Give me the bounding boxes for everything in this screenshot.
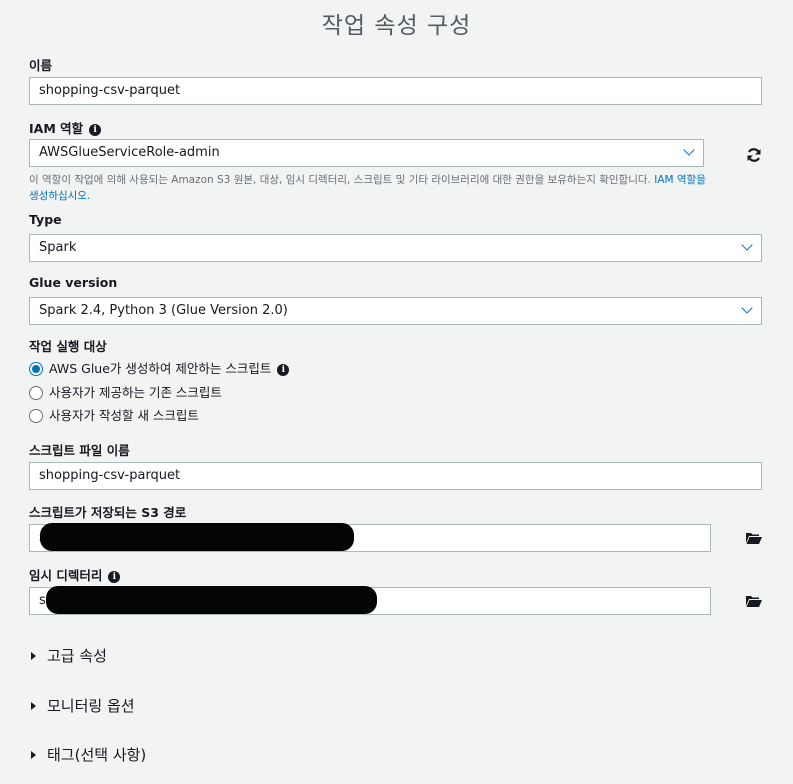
section-advanced-properties[interactable]: 고급 속성 [31, 646, 107, 666]
section-label: 고급 속성 [47, 647, 107, 665]
iam-role-create-link[interactable]: IAM 역할을 [654, 174, 706, 186]
chevron-down-icon [741, 239, 753, 251]
radio-option-existing[interactable]: 사용자가 제공하는 기존 스크립트 [29, 384, 222, 402]
glue-version-value: Spark 2.4, Python 3 (Glue Version 2.0) [39, 303, 288, 318]
redaction-mark [46, 586, 377, 614]
radio-button-selected[interactable] [29, 361, 43, 376]
iam-role-select[interactable]: AWSGlueServiceRole-admin [29, 139, 704, 167]
info-icon[interactable]: i [89, 123, 102, 136]
radio-label: AWS Glue가 생성하여 제안하는 스크립트 [49, 361, 272, 376]
caret-right-icon [31, 750, 36, 759]
page-title: 작업 속성 구성 [321, 13, 472, 39]
folder-open-icon[interactable] [746, 532, 762, 544]
radio-label: 사용자가 제공하는 기존 스크립트 [49, 385, 222, 400]
redaction-mark [40, 523, 354, 551]
radio-button[interactable] [29, 408, 43, 423]
radio-option-generated[interactable]: AWS Glue가 생성하여 제안하는 스크립트 i [29, 360, 290, 378]
iam-role-help-text: 이 역할이 작업에 의해 사용되는 Amazon S3 원본, 대상, 임시 디… [29, 174, 651, 186]
iam-role-create-link-2[interactable]: 생성하십시오. [29, 190, 90, 202]
temp-dir-label-text: 임시 디렉터리 [29, 568, 103, 583]
name-label: 이름 [29, 58, 53, 73]
chevron-down-icon [683, 144, 695, 156]
caret-right-icon [31, 651, 36, 660]
iam-role-help: 이 역할이 작업에 의해 사용되는 Amazon S3 원본, 대상, 임시 디… [29, 172, 764, 204]
iam-role-label: IAM 역할 i [29, 118, 102, 137]
refresh-icon[interactable] [746, 147, 762, 163]
info-icon[interactable]: i [108, 570, 121, 583]
caret-right-icon [31, 701, 36, 710]
glue-version-label: Glue version [29, 275, 118, 290]
iam-role-label-text: IAM 역할 [29, 121, 84, 136]
radio-option-new[interactable]: 사용자가 작성할 새 스크립트 [29, 407, 199, 425]
type-select[interactable]: Spark [29, 234, 762, 262]
radio-button[interactable] [29, 385, 43, 400]
type-value: Spark [39, 240, 77, 255]
section-tags[interactable]: 태그(선택 사항) [31, 745, 146, 765]
section-monitoring-options[interactable]: 모니터링 옵션 [31, 696, 135, 716]
script-file-label: 스크립트 파일 이름 [29, 443, 130, 458]
info-icon[interactable]: i [277, 363, 290, 376]
glue-version-select[interactable]: Spark 2.4, Python 3 (Glue Version 2.0) [29, 297, 762, 325]
iam-role-value: AWSGlueServiceRole-admin [39, 145, 220, 160]
folder-open-icon[interactable] [746, 595, 762, 607]
script-path-label: 스크립트가 저장되는 S3 경로 [29, 505, 187, 520]
script-file-input[interactable]: shopping-csv-parquet [29, 462, 762, 490]
name-input[interactable]: shopping-csv-parquet [29, 77, 762, 105]
type-label: Type [29, 212, 62, 227]
chevron-down-icon [741, 302, 753, 314]
section-label: 태그(선택 사항) [47, 746, 147, 764]
temp-dir-value: s [39, 593, 46, 608]
temp-dir-label: 임시 디렉터리 i [29, 565, 121, 584]
radio-label: 사용자가 작성할 새 스크립트 [49, 408, 199, 423]
section-label: 모니터링 옵션 [47, 697, 135, 715]
job-runs-label: 작업 실행 대상 [29, 339, 107, 354]
